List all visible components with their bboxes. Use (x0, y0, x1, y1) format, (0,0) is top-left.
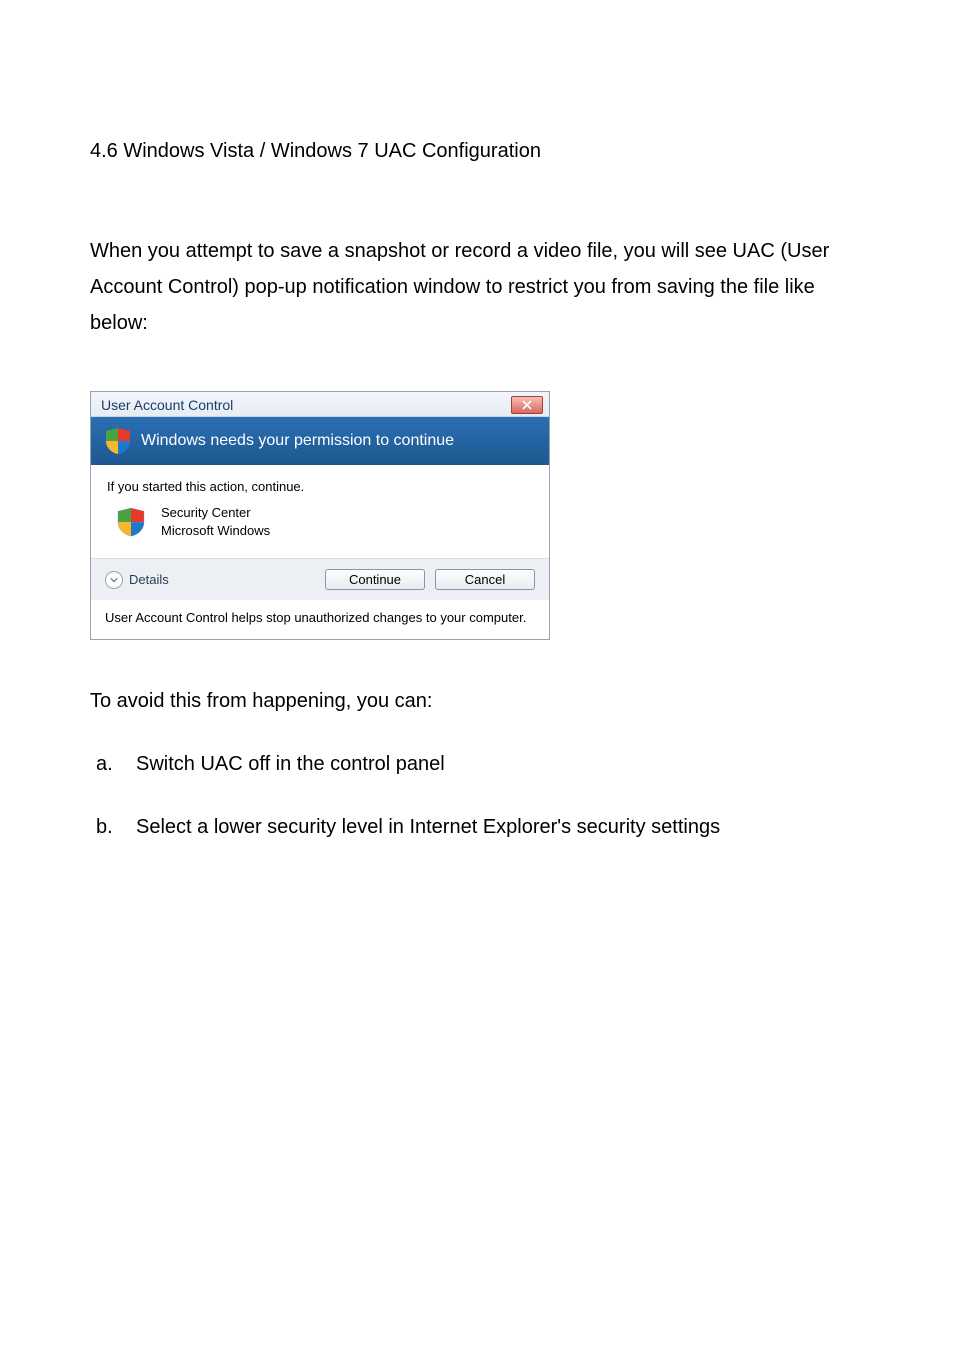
document-page: 4.6 Windows Vista / Windows 7 UAC Config… (0, 0, 954, 939)
dialog-screenshot: User Account Control Windows needs your … (90, 391, 864, 640)
continue-button[interactable]: Continue (325, 569, 425, 590)
app-text: Security Center Microsoft Windows (161, 504, 270, 540)
cancel-button[interactable]: Cancel (435, 569, 535, 590)
action-row: Details Continue Cancel (91, 558, 549, 600)
details-label: Details (129, 572, 169, 587)
list-text: Switch UAC off in the control panel (136, 753, 445, 776)
details-toggle[interactable]: Details (105, 571, 169, 589)
app-publisher: Microsoft Windows (161, 522, 270, 540)
shield-icon (105, 427, 131, 455)
list-text: Select a lower security level in Interne… (136, 816, 720, 839)
section-heading: 4.6 Windows Vista / Windows 7 UAC Config… (90, 140, 864, 163)
close-icon[interactable] (511, 396, 543, 414)
started-text: If you started this action, continue. (107, 479, 533, 494)
dialog-titlebar: User Account Control (91, 392, 549, 417)
dialog-footer-note: User Account Control helps stop unauthor… (91, 600, 549, 639)
list-item: a. Switch UAC off in the control panel (90, 753, 864, 776)
dialog-title-text: User Account Control (101, 397, 233, 413)
shield-icon (117, 507, 145, 537)
list-item: b. Select a lower security level in Inte… (90, 816, 864, 839)
button-row: Continue Cancel (325, 569, 535, 590)
chevron-down-icon (105, 571, 123, 589)
list-marker: b. (96, 816, 122, 839)
after-paragraph: To avoid this from happening, you can: (90, 690, 864, 713)
dialog-body: If you started this action, continue. Se… (91, 465, 549, 558)
uac-dialog: User Account Control Windows needs your … (90, 391, 550, 640)
banner-text: Windows needs your permission to continu… (141, 432, 454, 450)
app-row: Security Center Microsoft Windows (107, 504, 533, 540)
intro-paragraph: When you attempt to save a snapshot or r… (90, 233, 864, 341)
app-name: Security Center (161, 504, 270, 522)
dialog-banner: Windows needs your permission to continu… (91, 417, 549, 465)
list-marker: a. (96, 753, 122, 776)
